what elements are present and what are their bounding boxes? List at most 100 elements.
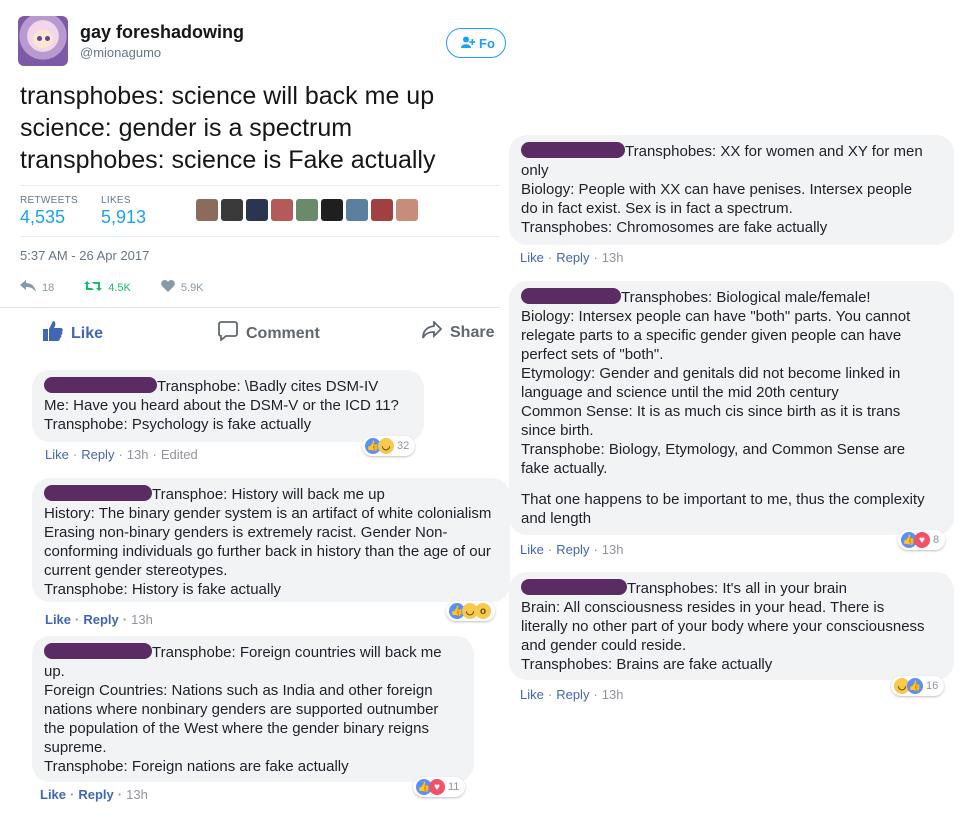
comment-line: do in fact exist. Sex is in fact a spect… <box>521 200 793 217</box>
comment-line: up. <box>44 663 65 680</box>
tweet-timestamp[interactable]: 5:37 AM - 26 Apr 2017 <box>20 248 149 263</box>
comment-time[interactable]: 13h <box>131 612 153 627</box>
comment-line: Transphobe: Psychology is fake actually <box>44 416 312 433</box>
comment-reply-link[interactable]: Reply <box>556 542 589 557</box>
retweet-action[interactable]: 4.5K <box>84 280 131 295</box>
comment-bubble: Transphobes: It's all in your brain Brai… <box>509 572 954 680</box>
tweet-actions: 18 4.5K 5.9K <box>20 280 204 295</box>
like-count: 5.9K <box>180 281 204 294</box>
share-arrow-icon <box>422 319 443 344</box>
retweets-count[interactable]: 4,535 <box>20 207 65 228</box>
follow-button[interactable]: Fo <box>446 28 506 58</box>
like-label: Like <box>71 324 104 342</box>
comment-line: Transphobes: Biological male/female! <box>621 289 871 306</box>
redacted-name <box>521 288 621 304</box>
comment-time[interactable]: 13h <box>602 542 624 557</box>
reaction-summary[interactable]: 👍 ◡ o <box>446 601 495 621</box>
reaction-summary[interactable]: 👍 ♥ 8 <box>898 530 946 550</box>
comment-like-link[interactable]: Like <box>520 542 544 557</box>
comment-button[interactable]: Comment <box>218 321 320 346</box>
liker-avatar[interactable] <box>346 199 368 221</box>
liker-avatar[interactable] <box>396 199 418 221</box>
comment-bubble: Transphobes: Biological male/female! Bio… <box>509 281 954 535</box>
comment-time[interactable]: 13h <box>126 787 148 802</box>
comment-meta: Like · Reply · 13h <box>40 787 148 802</box>
reaction-summary[interactable]: 👍 ◡ 32 <box>362 436 416 456</box>
comment-line: nations where nonbinary genders are supp… <box>44 701 439 718</box>
love-reaction-icon: ♥ <box>429 779 445 795</box>
reply-action[interactable]: 18 <box>20 280 54 295</box>
comment-line: Brain: All consciousness resides in your… <box>521 599 885 616</box>
comment-time[interactable]: 13h <box>602 250 624 265</box>
comment-reply-link[interactable]: Reply <box>78 787 113 802</box>
display-name[interactable]: gay foreshadowing <box>80 22 244 43</box>
like-button[interactable]: Like <box>43 321 103 346</box>
tweet-text: transphobes: science will back me up sci… <box>20 80 490 176</box>
reaction-count: 8 <box>933 534 940 546</box>
liker-avatar[interactable] <box>371 199 393 221</box>
redacted-name <box>44 643 152 659</box>
comment-like-link[interactable]: Like <box>40 787 66 802</box>
like-action[interactable]: 5.9K <box>161 280 204 295</box>
reaction-summary[interactable]: ◡ 👍 16 <box>891 676 945 696</box>
cropped-panel <box>545 0 963 96</box>
comment-line: Transphobe: Foreign nations are fake act… <box>44 758 349 775</box>
comment-line: and gender could reside. <box>521 637 687 654</box>
divider <box>20 236 500 237</box>
comment-line: and length <box>521 510 592 527</box>
comment-reply-link[interactable]: Reply <box>556 687 589 702</box>
edited-label[interactable]: Edited <box>161 447 198 462</box>
liker-avatar[interactable] <box>296 199 318 221</box>
liker-avatar[interactable] <box>271 199 293 221</box>
reaction-count: 16 <box>926 680 939 692</box>
comment-line: Transphobe: Foreign countries will back … <box>152 644 442 661</box>
likes-count[interactable]: 5,913 <box>101 207 146 228</box>
comment-like-link[interactable]: Like <box>520 250 544 265</box>
love-reaction-icon: ♥ <box>914 532 930 548</box>
comment-line: Transphobe: \Badly cites DSM-IV <box>157 378 379 395</box>
liker-avatar[interactable] <box>246 199 268 221</box>
liker-avatar[interactable] <box>196 199 218 221</box>
comment-line: fake actually. <box>521 460 608 477</box>
reaction-summary[interactable]: 👍 ♥ 11 <box>413 777 466 797</box>
comment-reply-link[interactable]: Reply <box>81 447 114 462</box>
comment-line: perfect sets of "both". <box>521 346 664 363</box>
redacted-name <box>521 142 625 158</box>
tweet-line: science: gender is a spectrum <box>20 114 353 142</box>
comment-line: Transphobes: Chromosomes are fake actual… <box>521 219 828 236</box>
wow-reaction-icon: o <box>475 603 491 619</box>
user-handle[interactable]: @mionagumo <box>80 45 161 60</box>
comment-line: Biology: People with XX can have penises… <box>521 181 913 198</box>
retweets-label: RETWEETS <box>20 195 78 206</box>
comment-line: History: The binary gender system is an … <box>44 505 492 522</box>
comment-bubble: Transphobe: Foreign countries will back … <box>32 636 474 782</box>
heart-icon <box>161 280 175 295</box>
profile-avatar[interactable] <box>18 16 68 66</box>
comment-reply-link[interactable]: Reply <box>83 612 118 627</box>
comment-line: literally no other part of your body whe… <box>521 618 925 635</box>
speech-bubble-icon <box>218 321 238 346</box>
comment-reply-link[interactable]: Reply <box>556 250 589 265</box>
comment-like-link[interactable]: Like <box>45 447 69 462</box>
comment-time[interactable]: 13h <box>127 447 149 462</box>
comment-line: only <box>521 162 549 179</box>
redacted-name <box>521 579 627 595</box>
comment-meta: Like · Reply · 13h <box>45 612 153 627</box>
comment-line: current gender stereotypes. <box>44 562 228 579</box>
liker-avatar[interactable] <box>321 199 343 221</box>
retweet-icon <box>84 280 103 295</box>
share-label: Share <box>450 323 495 341</box>
comment-meta: Like · Reply · 13h <box>520 250 624 265</box>
comment-line: Common Sense: It is as much cis since bi… <box>521 403 901 420</box>
comment-line: Transphobes: Brains are fake actually <box>521 656 773 673</box>
share-button[interactable]: Share <box>422 319 495 344</box>
comment-like-link[interactable]: Like <box>45 612 71 627</box>
comment-like-link[interactable]: Like <box>520 687 544 702</box>
liker-avatar[interactable] <box>221 199 243 221</box>
comment-meta: Like · Reply · 13h <box>520 542 624 557</box>
comment-bubble: Transphoe: History will back me up Histo… <box>32 478 510 602</box>
comment-line: That one happens to be important to me, … <box>521 491 925 508</box>
haha-reaction-icon: ◡ <box>378 438 394 454</box>
comment-line: conforming individuals go further back i… <box>44 543 491 560</box>
comment-time[interactable]: 13h <box>602 687 624 702</box>
